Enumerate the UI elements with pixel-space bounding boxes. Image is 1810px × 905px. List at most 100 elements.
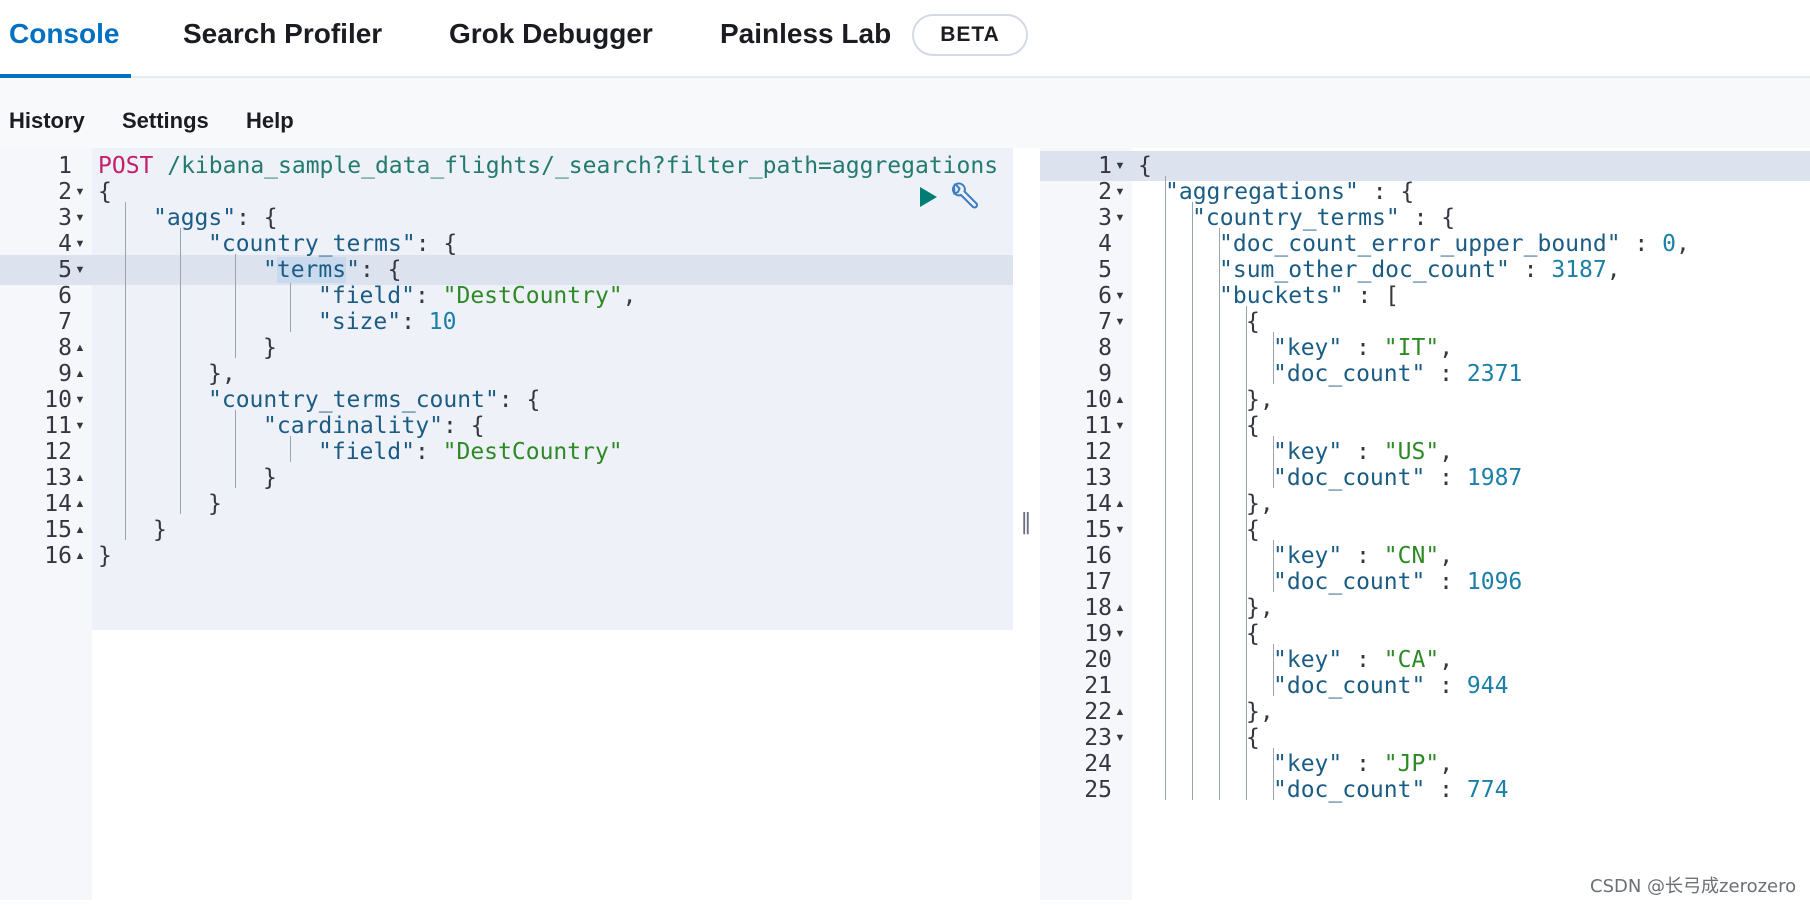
code-line: "doc_count" : 944 <box>1273 673 1508 699</box>
fold-collapse-icon[interactable]: ▲ <box>72 524 88 536</box>
code-token: 774 <box>1466 777 1509 803</box>
settings-link[interactable]: Settings <box>122 108 209 134</box>
fold-collapse-icon[interactable]: ▲ <box>72 342 88 354</box>
code-line: { <box>1246 413 1260 439</box>
fold-expand-icon[interactable]: ▼ <box>72 420 88 432</box>
line-number: 15 <box>1084 517 1112 543</box>
indent-guide <box>1246 332 1247 358</box>
fold-collapse-icon[interactable]: ▲ <box>1112 706 1128 718</box>
code-line: "terms": { <box>263 257 402 283</box>
fold-expand-icon[interactable]: ▼ <box>1112 628 1128 640</box>
code-token: }, <box>1246 699 1274 725</box>
tab-console[interactable]: Console <box>9 18 119 50</box>
line-number: 12 <box>44 439 72 465</box>
fold-collapse-icon[interactable]: ▲ <box>72 472 88 484</box>
indent-guide <box>125 202 126 228</box>
code-line: "key" : "US", <box>1273 439 1453 465</box>
fold-expand-icon[interactable]: ▼ <box>1112 186 1128 198</box>
indent-guide <box>125 410 126 436</box>
fold-expand-icon[interactable]: ▼ <box>72 264 88 276</box>
indent-guide <box>125 514 126 540</box>
tab-painless-lab[interactable]: Painless Lab <box>720 18 891 50</box>
code-token: , <box>1439 647 1454 673</box>
fold-expand-icon[interactable]: ▼ <box>1112 316 1128 328</box>
indent-guide <box>1219 514 1220 540</box>
line-number: 5 <box>58 257 72 283</box>
line-number: 4 <box>1098 231 1112 257</box>
indent-guide <box>1219 410 1220 436</box>
help-link[interactable]: Help <box>246 108 294 134</box>
code-token: : <box>414 439 443 465</box>
fold-collapse-icon[interactable]: ▲ <box>1112 394 1128 406</box>
response-viewer[interactable]: 1 ▼{2 ▼ "aggregations" : {3 ▼ "country_terms"… <box>1040 148 1810 900</box>
fold-expand-icon[interactable]: ▼ <box>72 238 88 250</box>
code-token: : { <box>443 413 485 439</box>
play-icon[interactable] <box>918 186 938 208</box>
indent-guide <box>1165 436 1166 462</box>
indent-guide <box>1246 540 1247 566</box>
fold-expand-icon[interactable]: ▼ <box>1112 290 1128 302</box>
fold-collapse-icon[interactable]: ▲ <box>1112 602 1128 614</box>
fold-collapse-icon[interactable]: ▲ <box>72 368 88 380</box>
indent-guide <box>125 384 126 410</box>
code-token: : <box>1425 673 1467 699</box>
fold-expand-icon[interactable]: ▼ <box>1112 212 1128 224</box>
line-number: 6 <box>1098 283 1112 309</box>
indent-guide <box>1192 254 1193 280</box>
indent-guide <box>1165 514 1166 540</box>
fold-expand-icon[interactable]: ▼ <box>72 394 88 406</box>
code-token: , <box>1439 543 1454 569</box>
beta-badge: BETA <box>912 14 1028 56</box>
code-token: } <box>263 465 277 491</box>
fold-collapse-icon[interactable]: ▲ <box>72 550 88 562</box>
line-number: 24 <box>1084 751 1112 777</box>
code-line: "key" : "JP", <box>1273 751 1453 777</box>
indent-guide <box>1165 488 1166 514</box>
line-number: 5 <box>1098 257 1112 283</box>
code-line: "sum_other_doc_count" : 3187, <box>1219 257 1621 283</box>
code-token: , <box>1606 257 1621 283</box>
code-token: POST <box>98 153 154 179</box>
indent-guide <box>1219 644 1220 670</box>
line-number: 4 <box>58 231 72 257</box>
code-token: { <box>1246 725 1260 751</box>
fold-expand-icon[interactable]: ▼ <box>72 212 88 224</box>
code-line: "aggregations" : { <box>1165 179 1414 205</box>
fold-collapse-icon[interactable]: ▲ <box>1112 498 1128 510</box>
tab-search-profiler[interactable]: Search Profiler <box>183 18 382 50</box>
tab-grok-debugger[interactable]: Grok Debugger <box>449 18 653 50</box>
code-token: "US" <box>1383 439 1440 465</box>
indent-guide <box>235 436 236 462</box>
indent-guide <box>1219 722 1220 748</box>
fold-expand-icon[interactable]: ▼ <box>1112 160 1128 172</box>
indent-guide <box>1192 540 1193 566</box>
resize-handle-icon[interactable]: ‖ <box>1020 510 1032 538</box>
code-token: "key" <box>1273 335 1343 361</box>
code-token: "key" <box>1273 647 1343 673</box>
code-token: { <box>1246 517 1260 543</box>
indent-guide <box>1192 618 1193 644</box>
indent-guide <box>1165 306 1166 332</box>
fold-expand-icon[interactable]: ▼ <box>1112 420 1128 432</box>
code-line: } <box>98 543 112 569</box>
fold-expand-icon[interactable]: ▼ <box>1112 524 1128 536</box>
indent-guide <box>1192 462 1193 488</box>
indent-guide <box>125 306 126 332</box>
code-line: POST /kibana_sample_data_flights/_search… <box>98 153 998 179</box>
fold-expand-icon[interactable]: ▼ <box>1112 732 1128 744</box>
code-line: "country_terms": { <box>208 231 457 257</box>
indent-guide <box>1165 410 1166 436</box>
request-editor[interactable]: 1 POST /kibana_sample_data_flights/_searc… <box>0 148 1013 900</box>
line-number: 23 <box>1084 725 1112 751</box>
history-link[interactable]: History <box>9 108 85 134</box>
indent-guide <box>180 228 181 254</box>
indent-guide <box>1219 540 1220 566</box>
code-token: , <box>622 283 637 309</box>
code-line: "cardinality": { <box>263 413 485 439</box>
line-number: 3 <box>58 205 72 231</box>
fold-expand-icon[interactable]: ▼ <box>72 186 88 198</box>
line-number: 14 <box>44 491 72 517</box>
line-number: 17 <box>1084 569 1112 595</box>
fold-collapse-icon[interactable]: ▲ <box>72 498 88 510</box>
wrench-icon[interactable] <box>948 182 978 212</box>
